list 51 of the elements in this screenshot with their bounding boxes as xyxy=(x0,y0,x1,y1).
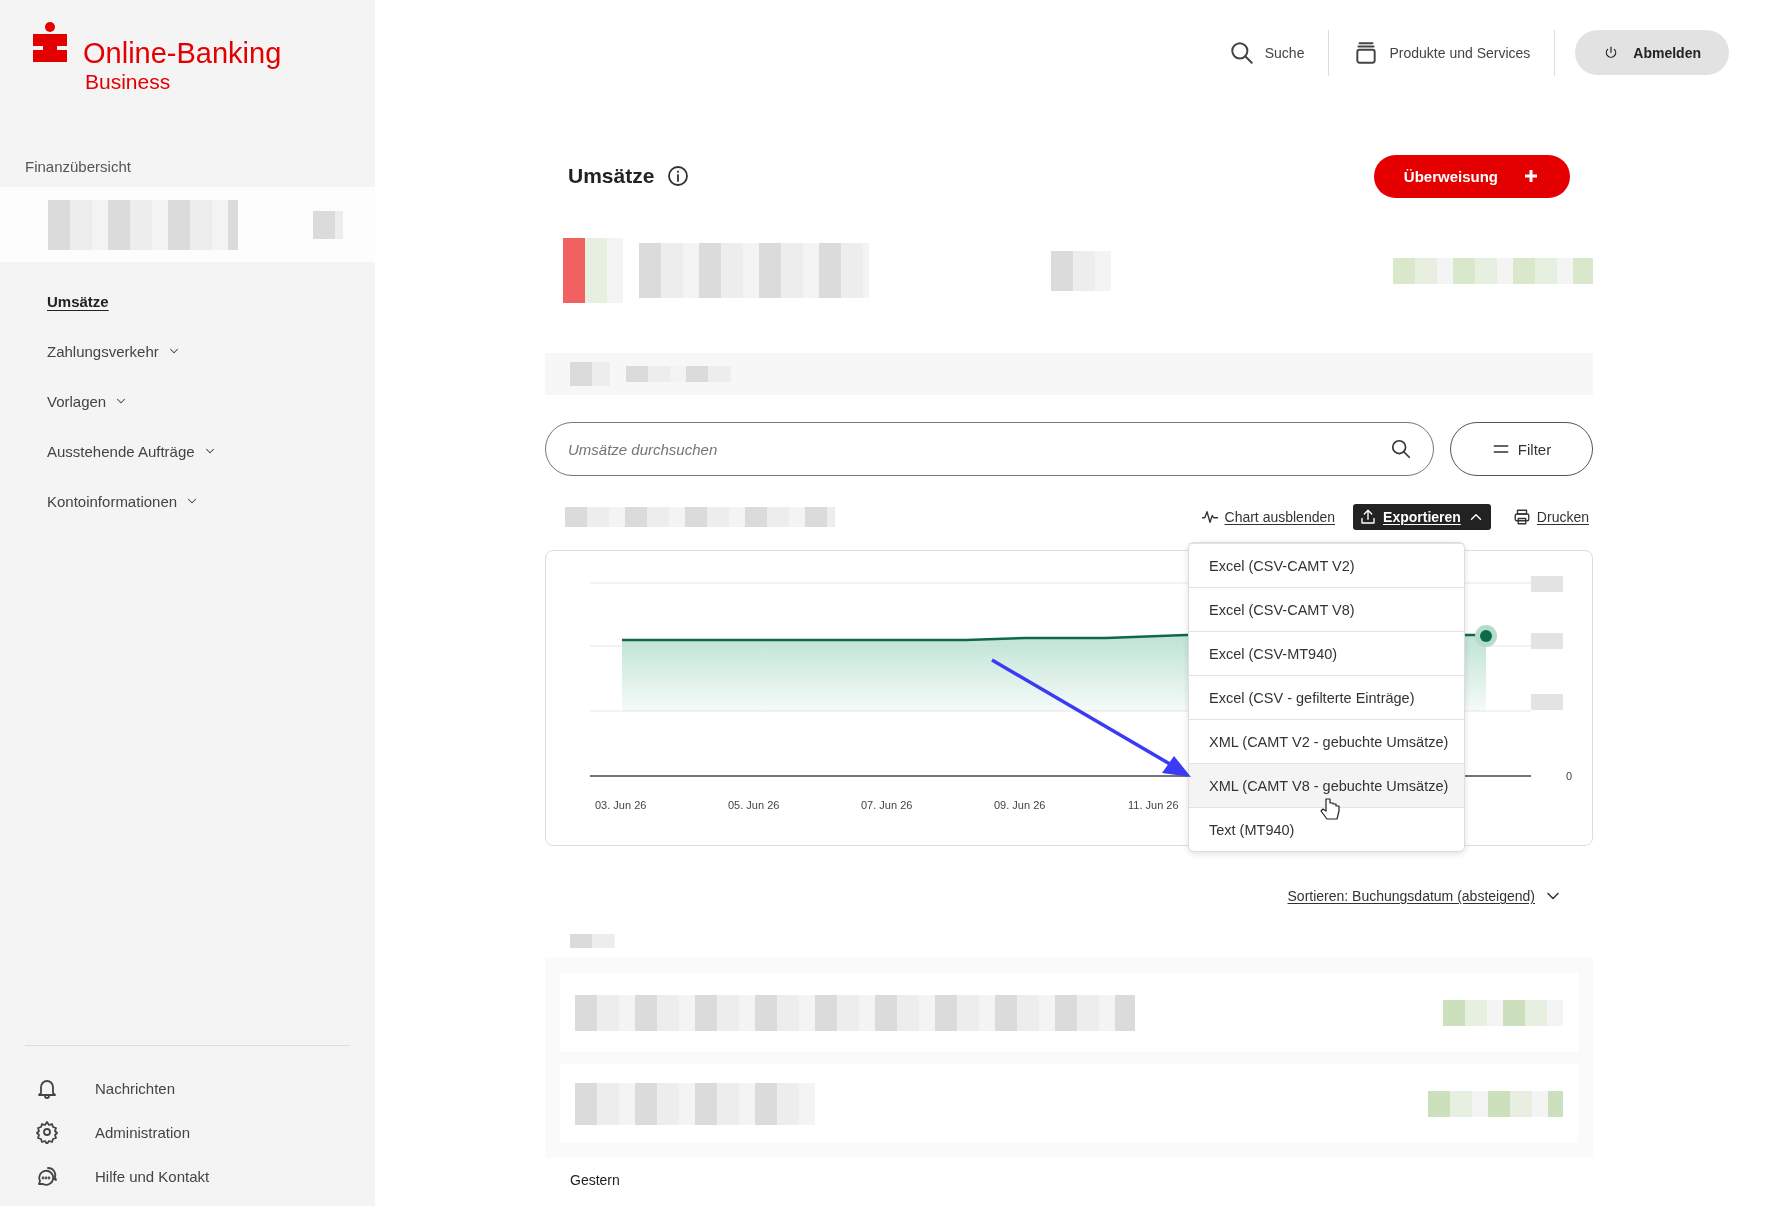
pixelated-redaction xyxy=(570,934,615,948)
nav-link[interactable]: Hilfe und Kontakt xyxy=(95,1167,210,1185)
nav-link[interactable]: Zahlungsverkehr xyxy=(47,342,159,360)
menu-item[interactable]: XML (CAMT V8 - gebuchte Umsätze) xyxy=(1189,763,1464,807)
axis-label: 11. Jun 26 xyxy=(1128,799,1179,811)
logout-button[interactable]: Abmelden xyxy=(1575,30,1729,75)
menu-item[interactable]: Excel (CSV-CAMT V8) xyxy=(1189,587,1464,631)
page-title: Umsätze xyxy=(568,164,655,188)
info-icon xyxy=(666,164,691,188)
nav-link[interactable]: Kontoinformationen xyxy=(47,492,178,510)
activity-icon xyxy=(1200,508,1219,526)
date-group-heading: Gestern xyxy=(570,1172,621,1188)
export-button[interactable]: Exportieren xyxy=(1353,504,1491,530)
search-icon xyxy=(1390,438,1412,460)
pointer-cursor-icon xyxy=(1320,798,1340,820)
search-icon xyxy=(1228,39,1255,66)
hide-chart-link[interactable]: Chart ausblenden xyxy=(1196,504,1340,530)
section-heading: Finanzübersicht xyxy=(25,158,132,175)
plus-icon xyxy=(1522,167,1540,185)
axis-label: 05. Jun 26 xyxy=(728,799,780,811)
data-point xyxy=(1475,625,1497,647)
app-title: Online-Banking xyxy=(83,36,282,70)
filter-button[interactable]: Filter xyxy=(1450,422,1593,476)
search-field[interactable]: Umsätze durchsuchen xyxy=(545,422,1434,476)
print-link[interactable]: Drucken xyxy=(1508,504,1593,530)
upload-icon xyxy=(1359,508,1378,526)
axis-label: 0 xyxy=(1566,770,1573,782)
pixelated-redaction xyxy=(313,210,343,239)
transfer-button[interactable]: Überweisung xyxy=(1373,154,1570,198)
nav-link[interactable]: Umsätze xyxy=(47,292,109,310)
menu-item[interactable]: Excel (CSV-MT940) xyxy=(1189,631,1464,675)
axis-label: 03. Jun 26 xyxy=(595,799,647,811)
chat-bubble-icon xyxy=(35,1164,59,1188)
settings-icon xyxy=(35,1120,59,1144)
axis-label: 07. Jun 26 xyxy=(861,799,913,811)
app-subtitle: Business xyxy=(85,70,172,94)
pixelated-redaction xyxy=(1051,250,1111,291)
nav-link[interactable]: Ausstehende Aufträge xyxy=(47,442,195,460)
axis-label: 09. Jun 26 xyxy=(994,799,1046,811)
pixelated-redaction xyxy=(563,238,623,303)
products-link[interactable]: Produkte und Services xyxy=(1329,29,1556,76)
search-link[interactable]: Suche xyxy=(1204,29,1330,76)
sort-dropdown[interactable]: Sortieren: Buchungsdatum (absteigend) xyxy=(1287,888,1535,904)
nav-link[interactable]: Vorlagen xyxy=(47,392,107,410)
nav-link[interactable]: Nachrichten xyxy=(95,1079,176,1097)
nav-link[interactable]: Administration xyxy=(95,1123,191,1141)
pixelated-redaction xyxy=(1531,694,1563,710)
pixelated-redaction xyxy=(570,362,610,386)
menu-item[interactable]: Excel (CSV-CAMT V2) xyxy=(1189,543,1464,587)
printer-icon xyxy=(1512,508,1531,526)
menu-item[interactable]: Excel (CSV - gefilterte Einträge) xyxy=(1189,675,1464,719)
